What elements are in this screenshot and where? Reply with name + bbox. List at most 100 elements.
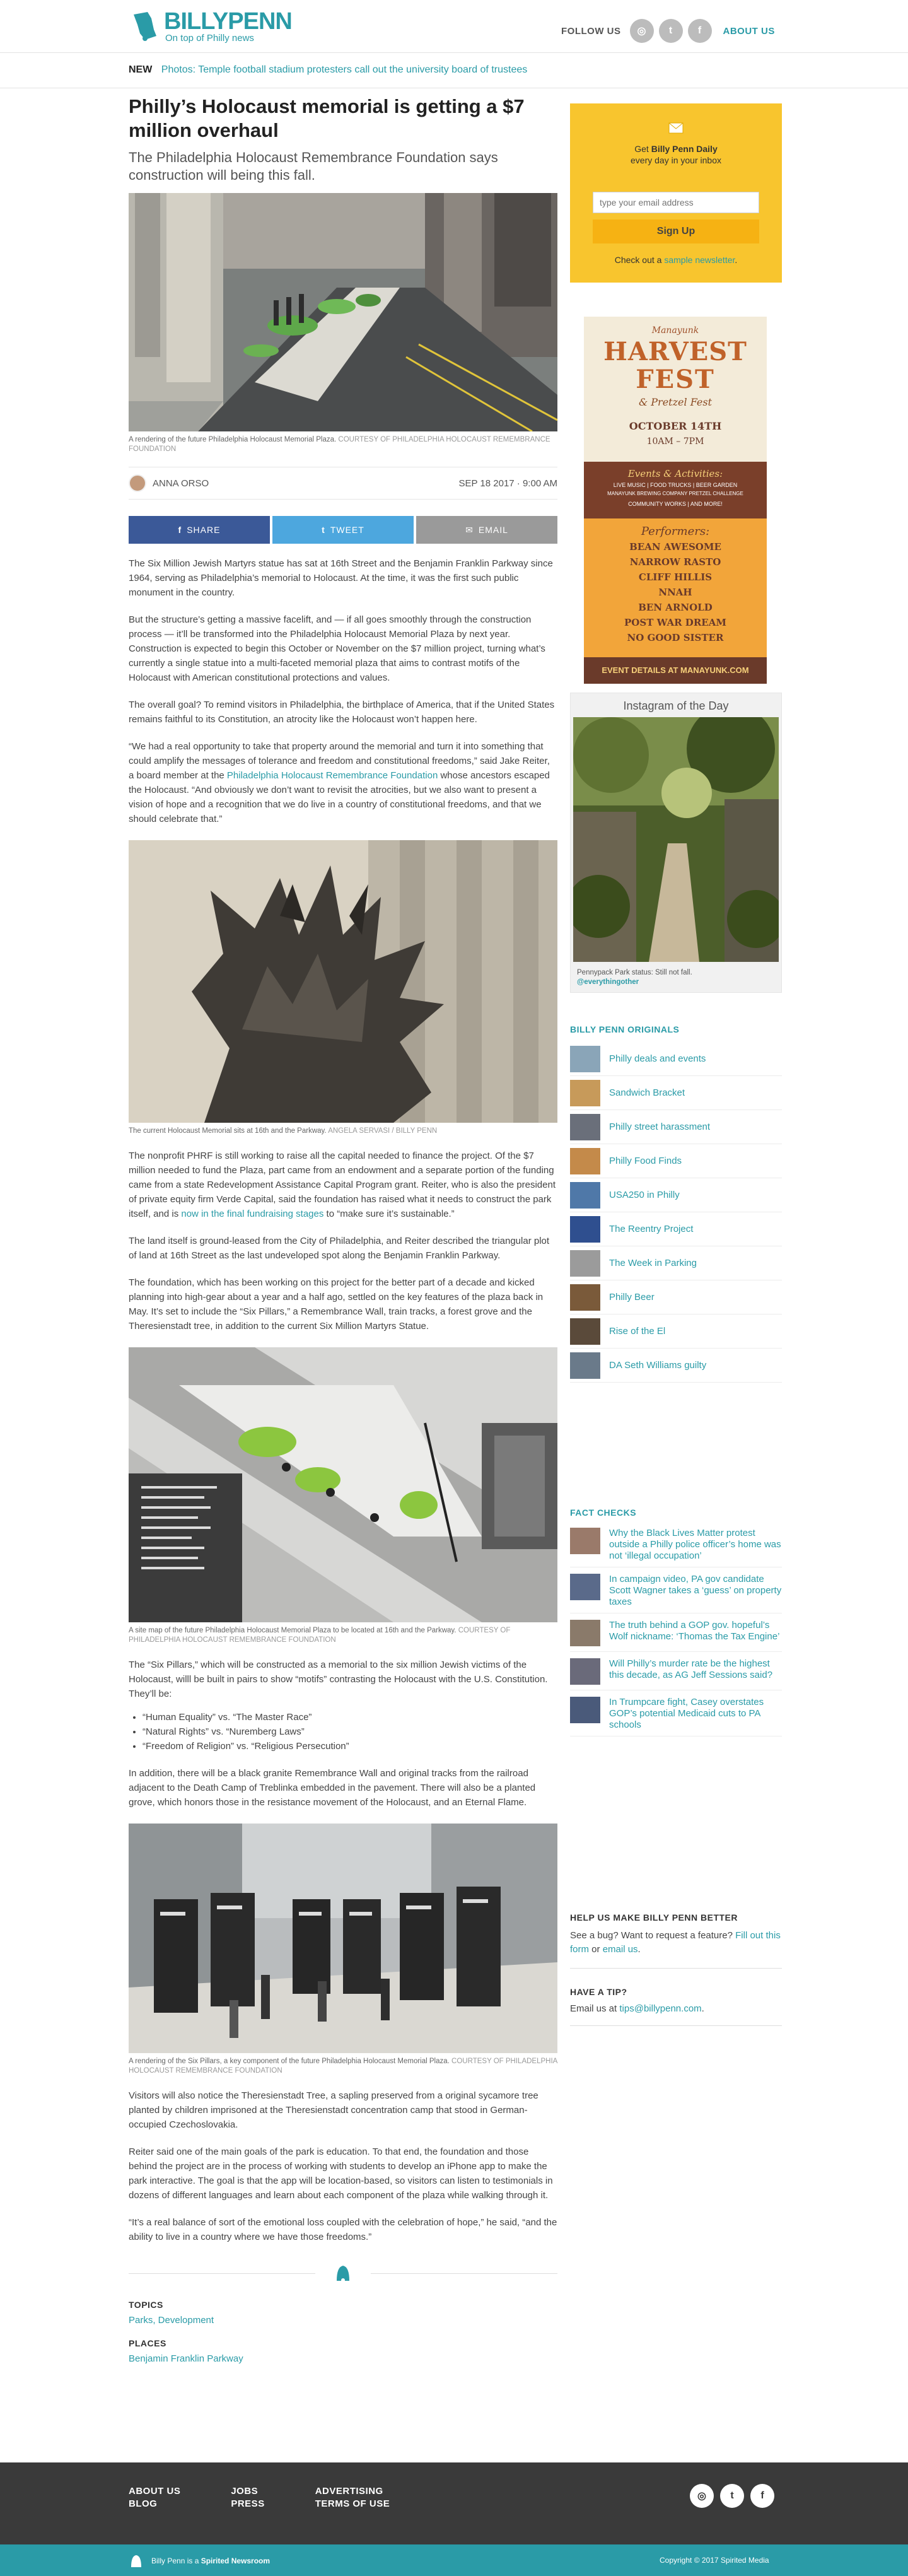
newsletter-email-input[interactable] (593, 192, 759, 213)
ad-small-text: Manayunk (651, 325, 699, 336)
article-end-divider (129, 2261, 557, 2286)
tip-email-link[interactable]: tips@billypenn.com (619, 2003, 701, 2014)
instagram-title: Instagram of the Day (623, 700, 729, 712)
facebook-icon[interactable]: f (750, 2484, 774, 2508)
list-item-label: Philly Beer (609, 1292, 655, 1303)
footer-link-jobs[interactable]: JOBS (231, 2485, 264, 2498)
ad-performer-4: NNAH (658, 587, 692, 598)
tip-text-part: . (701, 2003, 704, 2014)
facebook-share-button[interactable]: f SHARE (129, 516, 270, 544)
footer-link-terms[interactable]: TERMS OF USE (315, 2498, 390, 2510)
list-item[interactable]: Rise of the El (570, 1314, 782, 1349)
twitter-icon[interactable]: t (720, 2484, 744, 2508)
paragraph: “It’s a real balance of sort of the emot… (129, 2217, 557, 2242)
instagram-photo[interactable] (573, 717, 779, 962)
fundraising-link[interactable]: now in the final fundraising stages (181, 1209, 323, 1219)
ad-performer-3: CLIFF HILLIS (638, 571, 713, 583)
list-item[interactable]: USA250 in Philly (570, 1178, 782, 1212)
article-topics: TOPICS Parks, Development PLACES Benjami… (129, 2287, 557, 2364)
newsletter-text: Get (634, 144, 651, 154)
site-footer: ABOUT US BLOG JOBS PRESS ADVERTISING TER… (0, 2462, 908, 2576)
list-item: “Freedom of Religion” vs. “Religious Per… (143, 1739, 557, 1753)
list-item: “Natural Rights” vs. “Nuremberg Laws” (143, 1724, 557, 1739)
statue-image (129, 840, 557, 1123)
twitter-share-button[interactable]: t TWEET (272, 516, 414, 544)
site-map-image (129, 1347, 557, 1622)
thumbnail (570, 1045, 600, 1072)
phrf-link[interactable]: Philadelphia Holocaust Remembrance Found… (227, 770, 438, 781)
statue-credit: ANGELA SERVASI / BILLY PENN (328, 1127, 438, 1135)
article: Philly’s Holocaust memorial is getting a… (129, 95, 557, 2244)
paragraph: But the structure’s getting a massive fa… (129, 614, 545, 683)
instagram-handle-link[interactable]: @everythingother (577, 978, 639, 986)
places-link[interactable]: Benjamin Franklin Parkway (129, 2353, 557, 2364)
spirited-text-part: Billy Penn is a (151, 2556, 201, 2565)
paragraph: Reiter said one of the main goals of the… (129, 2146, 553, 2201)
facebook-icon[interactable]: f (687, 19, 712, 43)
list-item[interactable]: Philly Food Finds (570, 1144, 782, 1178)
logo-tagline: On top of Philly news (165, 33, 254, 44)
thumbnail (570, 1284, 600, 1311)
twitter-icon[interactable]: t (658, 19, 683, 43)
newsletter-signup-button[interactable]: Sign Up (593, 220, 759, 243)
facebook-icon: f (178, 525, 182, 535)
liberty-bell-icon (134, 12, 156, 41)
list-item[interactable]: DA Seth Williams guilty (570, 1349, 782, 1383)
originals-title: BILLY PENN ORIGINALS (570, 1024, 680, 1034)
list-item-label: DA Seth Williams guilty (609, 1360, 707, 1371)
thumbnail (570, 1658, 600, 1685)
list-item[interactable]: The Reentry Project (570, 1212, 782, 1246)
harvest-fest-ad[interactable]: Manayunk HARVEST FEST & Pretzel Fest OCT… (584, 317, 767, 684)
author-name[interactable]: ANNA ORSO (153, 478, 209, 489)
ad-title-1: HARVEST (603, 337, 747, 366)
list-item[interactable]: Sandwich Bracket (570, 1076, 782, 1110)
list-item[interactable]: In campaign video, PA gov candidate Scot… (570, 1567, 782, 1613)
ad-performer-2: NARROW RASTO (629, 556, 721, 568)
email-us-link[interactable]: email us (603, 1944, 638, 1955)
footer-link-advertising[interactable]: ADVERTISING (315, 2485, 390, 2498)
list-item[interactable]: Why the Black Lives Matter protest outsi… (570, 1521, 782, 1567)
instagram-icon[interactable]: ◎ (629, 19, 654, 43)
newsletter-sample-text: Check out a (614, 255, 665, 265)
sample-newsletter-link[interactable]: sample newsletter (664, 255, 735, 265)
list-item[interactable]: In Trumpcare fight, Casey overstates GOP… (570, 1690, 782, 1736)
instagram-icon[interactable]: ◎ (690, 2484, 714, 2508)
list-item[interactable]: The Week in Parking (570, 1246, 782, 1280)
spirited-newsroom-link[interactable]: Spirited Newsroom (201, 2556, 270, 2565)
list-item[interactable]: Philly street harassment (570, 1110, 782, 1144)
list-item[interactable]: Philly deals and events (570, 1042, 782, 1076)
topics-links[interactable]: Parks, Development (129, 2315, 557, 2326)
list-item-label: Why the Black Lives Matter protest outsi… (609, 1528, 781, 1561)
paragraph: The nonprofit PHRF is still working to r… (129, 1149, 557, 1221)
instagram-caption: Pennypack Park status: Still not fall. @… (577, 968, 692, 987)
ad-performers-title: Performers: (641, 525, 710, 538)
liberty-bell-icon (131, 2555, 141, 2567)
thumbnail (570, 1352, 600, 1379)
paragraph: In addition, there will be a black grani… (129, 1768, 536, 1808)
thumbnail (570, 1528, 600, 1554)
pillars-image (129, 1824, 557, 2053)
news-headline-link[interactable]: Photos: Temple football stadium proteste… (161, 64, 527, 75)
tip-text: Email us at tips@billypenn.com. (570, 2003, 782, 2014)
list-item[interactable]: The truth behind a GOP gov. hopeful’s Wo… (570, 1613, 782, 1652)
fact-checks: FACT CHECKS Why the Black Lives Matter p… (570, 1508, 782, 1736)
newsletter-sample-text: . (735, 255, 738, 265)
list-item-label: Philly Food Finds (609, 1156, 682, 1166)
help-text-part: . (637, 1944, 641, 1955)
pillars-list: “Human Equality” vs. “The Master Race” “… (143, 1710, 557, 1753)
paragraph: The “Six Pillars,” which will be constru… (129, 1660, 548, 1699)
list-item[interactable]: Will Philly’s murder rate be the highest… (570, 1652, 782, 1690)
site-logo[interactable]: BILLYPENN On top of Philly news (129, 9, 293, 44)
thumbnail (570, 1113, 600, 1140)
instagram-of-the-day: Instagram of the Day Pennypack Park stat… (570, 693, 782, 993)
footer-link-press[interactable]: PRESS (231, 2498, 264, 2510)
paragraph: The overall goal? To remind visitors in … (129, 700, 555, 725)
footer-link-about[interactable]: ABOUT US (129, 2485, 180, 2498)
news-label: NEW (129, 64, 153, 75)
list-item[interactable]: Philly Beer (570, 1280, 782, 1314)
thumbnail (570, 1318, 600, 1345)
footer-link-blog[interactable]: BLOG (129, 2498, 180, 2510)
email-share-button[interactable]: ✉ EMAIL (416, 516, 557, 544)
ad-performer-6: POST WAR DREAM (624, 617, 726, 628)
about-us-link[interactable]: ABOUT US (723, 26, 775, 37)
